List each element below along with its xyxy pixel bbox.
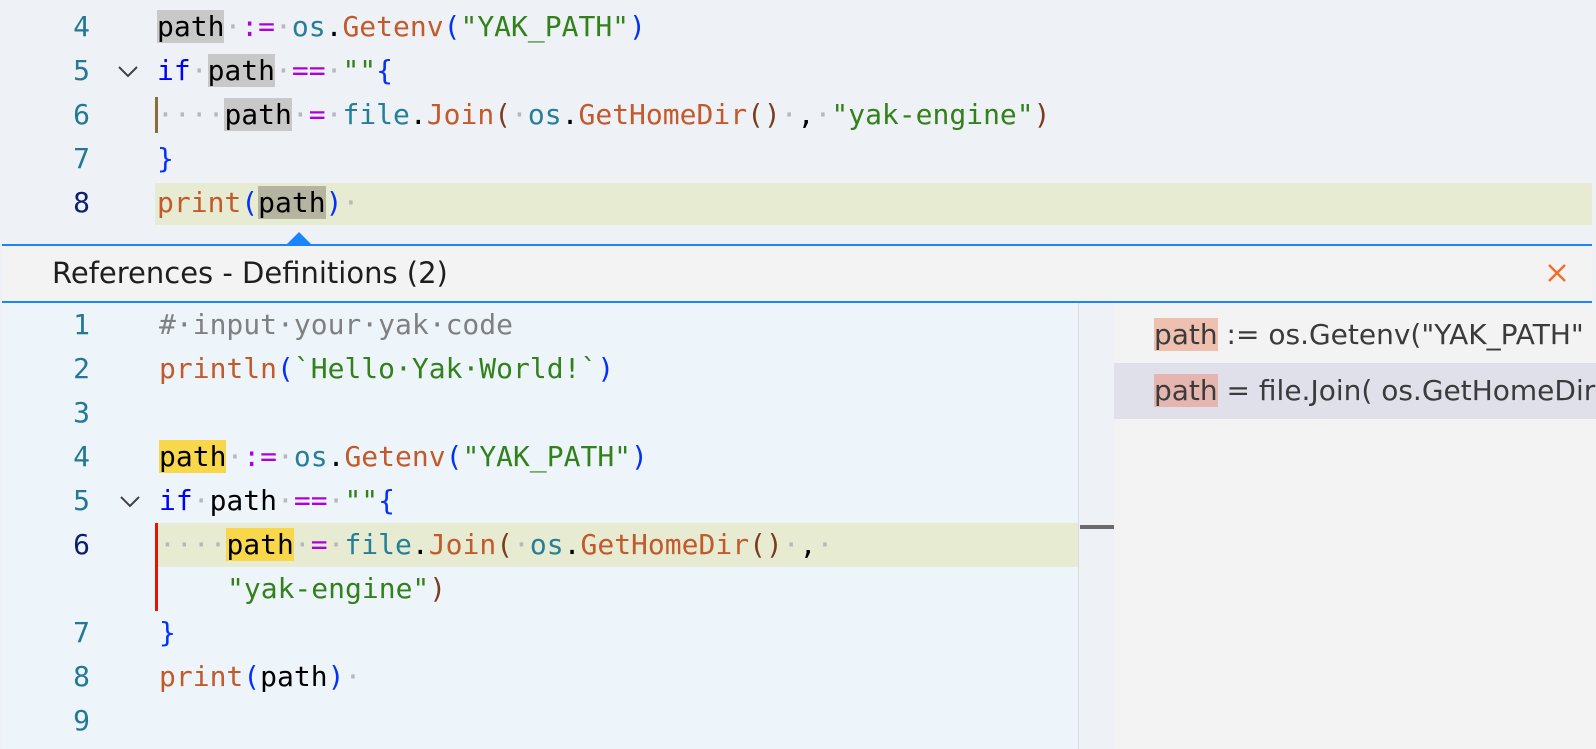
editor-line[interactable]: 9 — [2, 699, 1078, 743]
line-number: 7 — [73, 142, 90, 175]
editor-line[interactable]: 4 path·:=·os.Getenv("YAK_PATH") — [2, 435, 1078, 479]
code-line: if·path·==·""{ — [159, 484, 396, 517]
peek-sash[interactable] — [1078, 303, 1079, 749]
line-number: 8 — [73, 660, 90, 693]
editor-line[interactable]: 6 ····path·=·file.Join(·os.GetHomeDir()·… — [0, 93, 1596, 137]
code-line: path·:=·os.Getenv("YAK_PATH") — [157, 10, 646, 43]
line-number: 4 — [73, 440, 90, 473]
peek-title: References - Definitions (2) — [52, 256, 448, 290]
editor-line[interactable]: 3 — [2, 391, 1078, 435]
code-line: print(path)· — [159, 660, 362, 693]
editor-line[interactable]: 5 if·path·==·""{ — [0, 49, 1596, 93]
peek-editor[interactable]: 1 #·input·your·yak·code 2 println(`Hello… — [2, 303, 1078, 749]
editor-line[interactable]: 4 path·:=·os.Getenv("YAK_PATH") — [0, 5, 1596, 49]
peek-header: References - Definitions (2) — [2, 246, 1592, 303]
editor-line[interactable]: 7 } — [2, 611, 1078, 655]
code-line: #·input·your·yak·code — [159, 308, 514, 341]
line-number: 6 — [73, 98, 90, 131]
references-list[interactable]: path := os.Getenv("YAK_PATH" path = file… — [1114, 303, 1596, 749]
line-number: 8 — [73, 186, 90, 219]
line-number: 6 — [73, 528, 90, 561]
code-line-wrapped: "yak-engine") — [227, 572, 447, 605]
editor-line[interactable]: 8 print(path)· — [2, 655, 1078, 699]
code-line: println(`Hello·Yak·World!`) — [159, 352, 615, 385]
line-number: 5 — [73, 54, 90, 87]
reference-match: path — [1154, 318, 1218, 351]
reference-match: path — [1154, 374, 1218, 407]
close-icon[interactable] — [1544, 260, 1570, 286]
current-line-highlight — [155, 183, 1592, 225]
editor-line[interactable]: 7 } — [0, 137, 1596, 181]
line-number: 7 — [73, 616, 90, 649]
code-line: } — [157, 142, 174, 175]
reference-item-selected[interactable]: path = file.Join( os.GetHomeDir — [1114, 363, 1596, 419]
line-number: 3 — [73, 396, 90, 429]
editor-line-current[interactable]: 8 print(path)· — [0, 181, 1596, 225]
line-number: 4 — [73, 10, 90, 43]
chevron-down-icon[interactable] — [118, 489, 142, 513]
code-line: ····path·=·file.Join(·os.GetHomeDir()·,· — [159, 528, 834, 561]
code-line: ····path·=·file.Join(·os.GetHomeDir()·,·… — [157, 98, 1051, 131]
reference-text: := os.Getenv("YAK_PATH" — [1217, 318, 1584, 351]
line-number: 2 — [73, 352, 90, 385]
overview-ruler-mark — [1080, 525, 1114, 529]
code-line: path·:=·os.Getenv("YAK_PATH") — [159, 440, 648, 473]
chevron-down-icon[interactable] — [116, 59, 140, 83]
main-editor[interactable]: 4 path·:=·os.Getenv("YAK_PATH") 5 if·pat… — [0, 0, 1596, 244]
editor-line[interactable]: 5 if·path·==·""{ — [2, 479, 1078, 523]
reference-text: = file.Join( os.GetHomeDir — [1217, 374, 1596, 407]
line-number: 1 — [73, 308, 90, 341]
editor-line[interactable]: 1 #·input·your·yak·code — [2, 303, 1078, 347]
editor-line-current[interactable]: 6 ····path·=·file.Join(·os.GetHomeDir()·… — [2, 523, 1078, 611]
line-number: 9 — [73, 704, 90, 737]
line-number: 5 — [73, 484, 90, 517]
editor-line[interactable]: 2 println(`Hello·Yak·World!`) — [2, 347, 1078, 391]
error-bar — [155, 523, 158, 611]
code-line: } — [159, 616, 176, 649]
code-line: if·path·==·""{ — [157, 54, 394, 87]
code-line: print(path)· — [157, 186, 360, 219]
reference-item[interactable]: path := os.Getenv("YAK_PATH" — [1114, 307, 1596, 363]
